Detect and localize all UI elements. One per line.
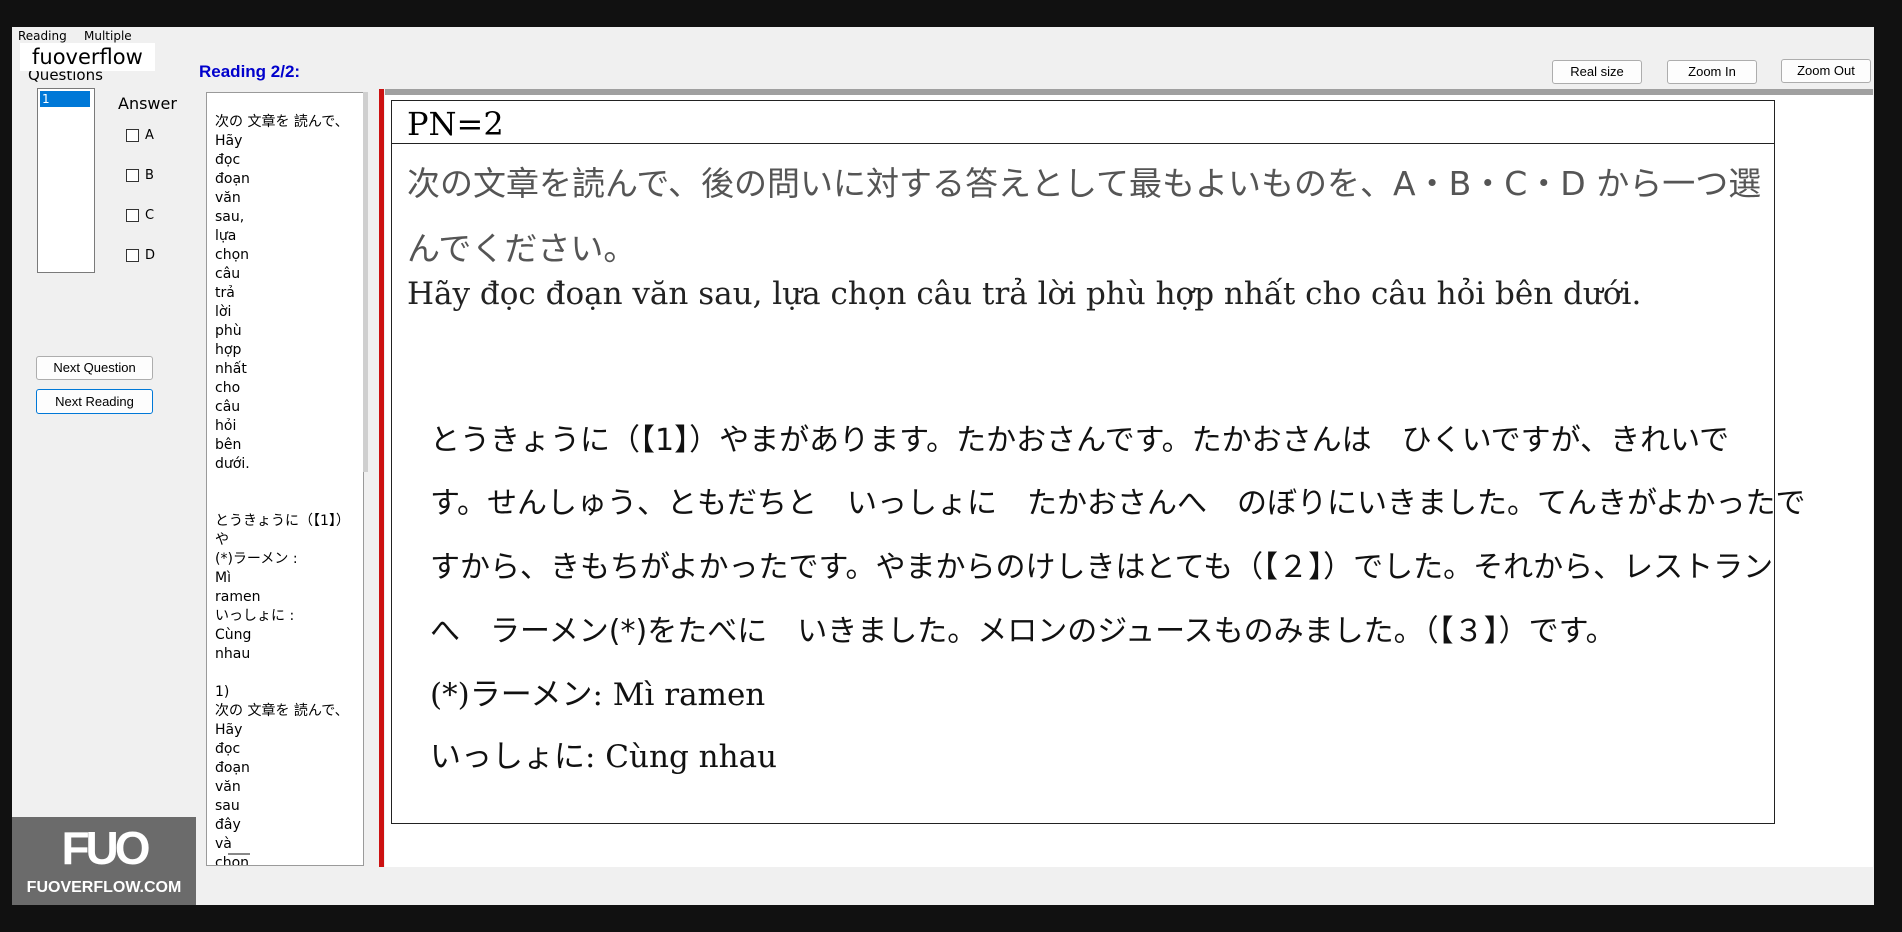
page-number: PN=2 [407, 105, 504, 143]
checkbox-icon[interactable] [126, 129, 139, 142]
reading-text-panel[interactable]: 次の 文章を 読んで、 Hãy đọc đoạn văn sau, lựa ch… [206, 92, 364, 866]
passage-line: とうきょうに（【1】）やまがあります。たかおさんです。たかおさんは ひくいですが… [430, 423, 1730, 458]
gloss-line: (*)ラーメン: Mì ramen [430, 677, 766, 713]
logo-text: FUOVERFLOW.COM [26, 879, 182, 896]
tab-reading[interactable]: Reading [18, 29, 67, 43]
reading-text-content: 次の 文章を 読んで、 Hãy đọc đoạn văn sau, lựa ch… [215, 114, 350, 866]
passage-line: す。せんしゅう、ともだちと いっしょに たかおさんへ のぼりにいきました。てんき… [430, 486, 1806, 521]
document-header: PN=2 [392, 101, 1774, 144]
checkbox-icon[interactable] [126, 249, 139, 262]
option-label: A [145, 128, 154, 143]
passage-line: へ ラーメン(*)をたべに いきました。メロンのジュースものみました。（【３】）… [430, 614, 1616, 649]
watermark-label: fuoverflow [20, 43, 155, 71]
instruction-japanese: 次の文章を読んで、後の問いに対する答えとして最もよいものを、A・B・C・D から… [407, 164, 1762, 268]
instruction-vietnamese: Hãy đọc đoạn văn sau, lựa chọn câu trả l… [407, 276, 1642, 312]
question-list-item[interactable]: 1 [40, 91, 90, 107]
real-size-button[interactable]: Real size [1552, 60, 1642, 84]
answer-option-c[interactable]: C [126, 208, 154, 223]
checkbox-icon[interactable] [126, 209, 139, 222]
next-question-button[interactable]: Next Question [36, 356, 153, 380]
option-label: B [145, 168, 154, 183]
checkbox-icon[interactable] [126, 169, 139, 182]
reading-document: PN=2 次の文章を読んで、後の問いに対する答えとして最もよいものを、A・B・C… [391, 100, 1806, 824]
answer-option-d[interactable]: D [126, 248, 155, 263]
zoom-in-button[interactable]: Zoom In [1667, 60, 1757, 84]
next-reading-button[interactable]: Next Reading [36, 389, 153, 414]
answer-option-b[interactable]: B [126, 168, 154, 183]
viewer-top-border [385, 89, 1873, 95]
fuoverflow-logo: FUO FUOVERFLOW.COM [12, 817, 196, 905]
panel-resize-handle [228, 853, 250, 855]
logo-mark: FUO [61, 822, 150, 874]
panel-scrollbar[interactable] [363, 92, 368, 472]
gloss-line: いっしょに: Cùng nhau [430, 739, 778, 775]
questions-listbox[interactable]: 1 [37, 88, 95, 273]
answer-label: Answer [118, 94, 177, 113]
option-label: D [145, 248, 156, 263]
splitter-bar[interactable] [379, 89, 384, 867]
option-label: C [145, 208, 155, 223]
answer-option-a[interactable]: A [126, 128, 154, 143]
reading-counter: Reading 2/2: [199, 62, 301, 81]
passage-line: すから、きもちがよかったです。やまからのけしきはとても（【２】）でした。それから… [430, 550, 1774, 585]
zoom-out-button[interactable]: Zoom Out [1781, 59, 1871, 83]
